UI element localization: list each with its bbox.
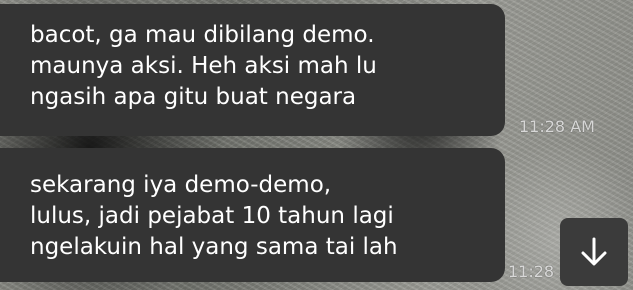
message-text-line: lulus, jadi pejabat 10 tahun lagi [30, 203, 394, 229]
message-timestamp: 11:28 AM [519, 117, 595, 136]
message-bubble[interactable]: bacot, ga mau dibilang demo. maunya aksi… [0, 4, 505, 136]
message-text-line: sekarang iya demo-demo, [30, 172, 332, 198]
message-text-line: bacot, ga mau dibilang demo. [30, 22, 375, 48]
scroll-to-bottom-button[interactable] [560, 218, 628, 286]
message-text-line: ngelakuin hal yang sama tai lah [30, 234, 398, 260]
message-text-line: ngasih apa gitu buat negara [30, 84, 357, 110]
message-bubble[interactable]: sekarang iya demo-demo, lulus, jadi peja… [0, 148, 505, 282]
arrow-down-icon [581, 237, 607, 266]
message-text-line: maunya aksi. Heh aksi mah lu [30, 53, 377, 79]
